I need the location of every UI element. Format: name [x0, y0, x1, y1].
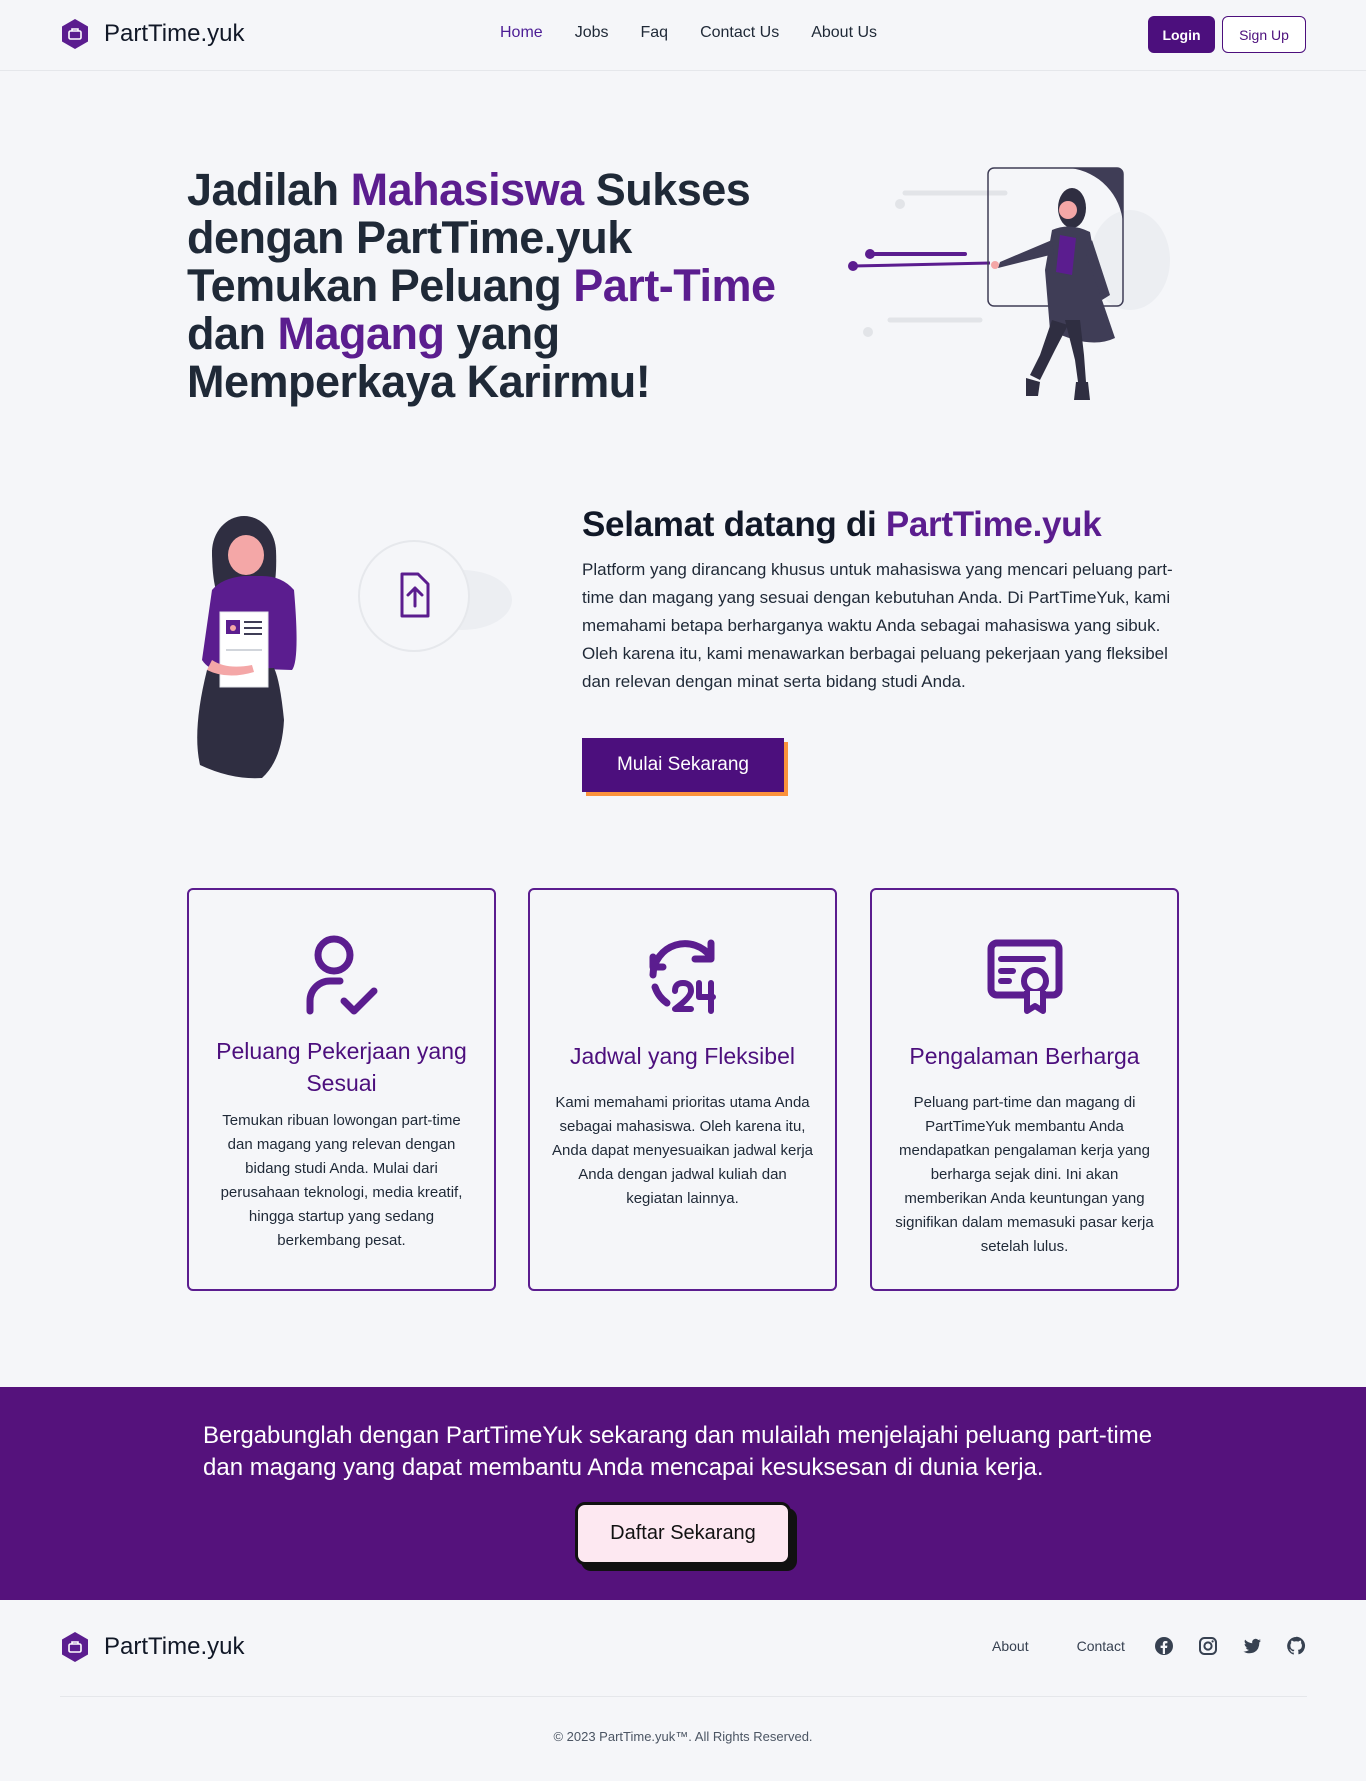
main-nav: Home Jobs Faq Contact Us About Us	[500, 24, 909, 42]
card-text: Kami memahami prioritas utama Anda sebag…	[552, 1094, 813, 1207]
footer-divider	[60, 1696, 1307, 1697]
hero-accent-text: Part-Time	[573, 260, 776, 311]
hero-text: Sukses	[583, 164, 751, 215]
nav-home[interactable]: Home	[500, 24, 543, 42]
hero-text: yang	[444, 308, 561, 359]
brand-link[interactable]: PartTime.yuk	[60, 18, 244, 50]
hero-text: Temukan Peluang	[187, 260, 574, 311]
card-text: Peluang part-time dan magang di PartTime…	[895, 1094, 1154, 1255]
site-header: PartTime.yuk Home Jobs Faq Contact Us Ab…	[0, 0, 1366, 71]
brand-logo-icon	[62, 1632, 88, 1662]
cta-section: Bergabunglah dengan PartTimeYuk sekarang…	[0, 1387, 1366, 1600]
login-button[interactable]: Login	[1148, 16, 1215, 53]
hero-text: dengan PartTime.yuk	[187, 212, 632, 263]
welcome-title: Selamat datang di PartTime.yuk	[582, 505, 1102, 545]
github-icon[interactable]	[1286, 1636, 1306, 1656]
brand-logo-icon	[62, 19, 88, 49]
card-title: Peluang Pekerjaan yang Sesuai	[216, 1038, 467, 1096]
footer-brand-name: PartTime.yuk	[104, 1633, 245, 1660]
hero-title: Jadilah Mahasiswa Sukses dengan PartTime…	[187, 166, 827, 406]
signup-button[interactable]: Sign Up	[1222, 16, 1306, 53]
register-now-button[interactable]: Daftar Sekarang	[575, 1502, 791, 1565]
nav-about-us[interactable]: About Us	[811, 24, 877, 42]
hero-accent-text: Magang	[277, 308, 446, 359]
copyright-text: © 2023 PartTime.yuk™. All Rights Reserve…	[553, 1729, 813, 1744]
card-title: Jadwal yang Fleksibel	[569, 1043, 795, 1069]
hero-accent-text: Mahasiswa	[350, 164, 585, 215]
instagram-icon[interactable]	[1198, 1636, 1218, 1656]
twitter-icon[interactable]	[1242, 1636, 1262, 1656]
hero-text: Jadilah	[187, 164, 351, 215]
nav-contact-us[interactable]: Contact Us	[700, 24, 779, 42]
welcome-title-text: Selamat datang di	[582, 505, 886, 544]
welcome-title-accent: PartTime.yuk	[885, 505, 1102, 544]
footer-link-about[interactable]: About	[992, 1638, 1029, 1654]
start-now-button[interactable]: Mulai Sekarang	[582, 738, 784, 792]
welcome-illustration	[197, 516, 512, 779]
user-check-icon	[306, 935, 377, 1015]
facebook-icon[interactable]	[1154, 1636, 1174, 1656]
hero-text: Memperkaya Karirmu!	[187, 356, 651, 407]
clock-24-icon	[649, 939, 716, 1014]
footer-links: About Contact	[992, 1638, 1173, 1654]
certificate-icon	[987, 939, 1062, 1014]
feature-card-valuable-experience: Pengalaman Berharga Peluang part-time da…	[870, 888, 1179, 1291]
cta-text: Bergabunglah dengan PartTimeYuk sekarang…	[203, 1422, 1153, 1481]
nav-faq[interactable]: Faq	[640, 24, 668, 42]
hero-illustration	[848, 167, 1170, 400]
social-links	[1154, 1636, 1306, 1656]
welcome-description: Platform yang dirancang khusus untuk mah…	[582, 560, 1173, 691]
feature-card-flexible-schedule: Jadwal yang Fleksibel Kami memahami prio…	[528, 888, 837, 1291]
feature-card-matching-jobs: Peluang Pekerjaan yang Sesuai Temukan ri…	[187, 888, 496, 1291]
card-text: Temukan ribuan lowongan part-time dan ma…	[220, 1112, 463, 1249]
hero-text: dan	[187, 308, 278, 359]
brand-name: PartTime.yuk	[104, 20, 245, 47]
footer-link-contact[interactable]: Contact	[1077, 1638, 1125, 1654]
nav-jobs[interactable]: Jobs	[575, 24, 609, 42]
card-title: Pengalaman Berharga	[909, 1043, 1140, 1069]
footer-brand-link[interactable]: PartTime.yuk	[60, 1631, 244, 1663]
